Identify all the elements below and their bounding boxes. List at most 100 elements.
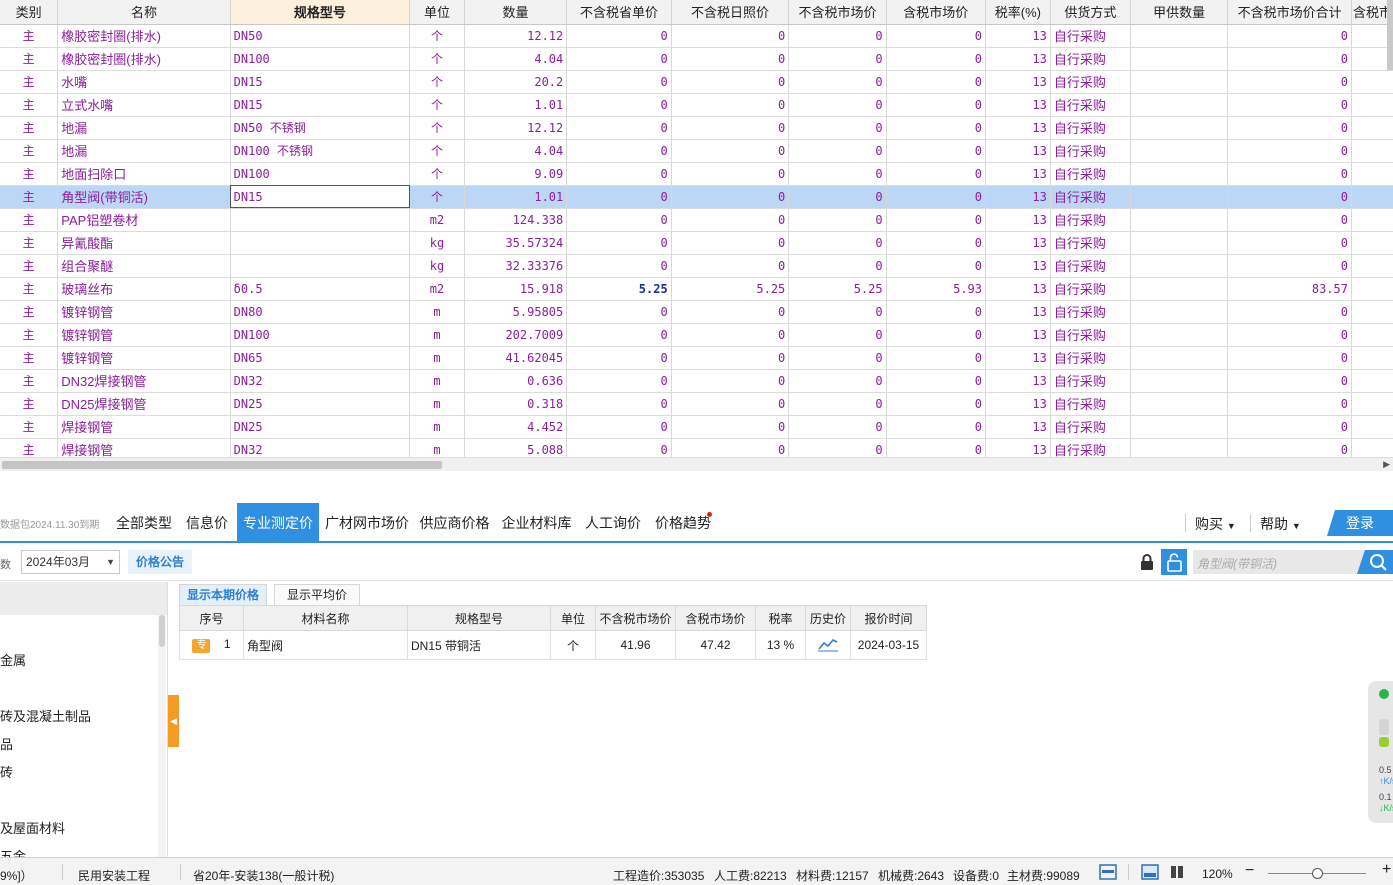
col-header-name[interactable]: 名称 (57, 0, 231, 25)
cell-spec[interactable]: DN65 (230, 346, 411, 370)
zoom-in-button[interactable]: + (1382, 861, 1391, 879)
tab-manual-inquiry[interactable]: 人工询价 (580, 503, 646, 541)
cell-name[interactable]: DN25焊接钢管 (57, 392, 231, 416)
cell-market-total[interactable]: 0 (1227, 47, 1352, 71)
cell-unit[interactable]: kg (409, 254, 465, 278)
cell-provincial-price[interactable]: 0 (566, 47, 672, 71)
cell-unit[interactable]: m (409, 369, 465, 393)
cell-market-price-tax[interactable]: 0 (886, 162, 986, 186)
cell-owner-qty[interactable] (1130, 300, 1229, 324)
trend-chart-icon[interactable] (817, 636, 839, 652)
cell-unit[interactable]: m (409, 415, 465, 439)
cell-quantity[interactable]: 32.33376 (464, 254, 568, 278)
cell-rizhao-price[interactable]: 0 (671, 231, 790, 255)
cell-tax-rate[interactable]: 13 (985, 231, 1051, 255)
cell-market-price[interactable]: 0 (788, 185, 887, 209)
cell-market-total[interactable]: 0 (1227, 231, 1352, 255)
cell-market-price-tax[interactable]: 0 (886, 70, 986, 94)
cell-tax-rate[interactable]: 13 (985, 208, 1051, 232)
network-speed-widget[interactable]: 0.5 ↑K/s 0.1 ↓K/s (1368, 681, 1393, 823)
cell-provincial-price[interactable]: 0 (566, 300, 672, 324)
col-header-owner-qty[interactable]: 甲供数量 (1130, 0, 1229, 25)
cell-rizhao-price[interactable]: 0 (671, 415, 790, 439)
cell-owner-qty[interactable] (1130, 231, 1229, 255)
cell-unit[interactable]: 个 (409, 185, 465, 209)
cell-rizhao-price[interactable]: 0 (671, 70, 790, 94)
cell-market-price-tax-total[interactable]: 0 (1351, 346, 1393, 370)
cell-unit[interactable]: 个 (409, 70, 465, 94)
cell-rizhao-price[interactable]: 0 (671, 208, 790, 232)
cell-market-price-tax-total[interactable]: 0 (1351, 185, 1393, 209)
cell-name[interactable]: 地漏 (57, 116, 231, 140)
cell-category[interactable]: 主 (0, 70, 59, 94)
cell-history[interactable] (805, 630, 851, 660)
cell-owner-qty[interactable] (1130, 277, 1229, 301)
cell-market-price[interactable]: 0 (788, 24, 887, 48)
cell-market-total[interactable]: 0 (1227, 300, 1352, 324)
view-columns-icon[interactable] (1168, 864, 1186, 880)
cell-supply-method[interactable]: 自行采购 (1050, 208, 1131, 232)
cell-market-price-tax-total[interactable]: 0 (1351, 93, 1393, 117)
cell-name[interactable]: 水嘴 (57, 70, 231, 94)
table-row[interactable]: 主水嘴DN15个20.2000013自行采购00 (0, 70, 1393, 94)
cell-owner-qty[interactable] (1130, 139, 1229, 163)
cell-provincial-price[interactable]: 0 (566, 93, 672, 117)
cell-market-total[interactable]: 0 (1227, 254, 1352, 278)
price-col-unit[interactable]: 单位 (550, 605, 596, 631)
col-header-spec[interactable]: 规格型号 (230, 0, 411, 25)
cell-name[interactable]: 焊接钢管 (57, 438, 231, 457)
cell-market-price-tax-total[interactable]: 0 (1351, 323, 1393, 347)
tab-all-types[interactable]: 全部类型 (111, 503, 177, 541)
zoom-out-button[interactable]: − (1245, 862, 1254, 880)
cell-unit[interactable]: m2 (409, 208, 465, 232)
cell-market-price[interactable]: 0 (788, 162, 887, 186)
cell-rizhao-price[interactable]: 0 (671, 300, 790, 324)
cell-market-price-tax-total[interactable]: 0 (1351, 415, 1393, 439)
col-header-supply-method[interactable]: 供货方式 (1050, 0, 1131, 25)
cell-market-price-tax-total[interactable]: 0 (1351, 369, 1393, 393)
cell-market-total[interactable]: 0 (1227, 139, 1352, 163)
table-row[interactable]: 主焊接钢管DN32m5.088000013自行采购00 (0, 438, 1393, 457)
tab-professional-price[interactable]: 专业测定价 (237, 503, 319, 541)
table-row[interactable]: 主橡胶密封圈(排水)DN100个4.04000013自行采购00 (0, 47, 1393, 71)
tab-market-price[interactable]: 广材网市场价 (321, 503, 413, 541)
cell-quantity[interactable]: 5.95805 (464, 300, 568, 324)
help-menu[interactable]: 帮助 ▼ (1260, 514, 1301, 534)
cell-tax-rate[interactable]: 13 (985, 116, 1051, 140)
table-row[interactable]: 主镀锌钢管DN65m41.62045000013自行采购00 (0, 346, 1393, 370)
cell-owner-qty[interactable] (1130, 369, 1229, 393)
table-row[interactable]: 主地漏DN50 不锈钢个12.12000013自行采购00 (0, 116, 1393, 140)
table-row[interactable]: 主镀锌钢管DN100m202.7009000013自行采购00 (0, 323, 1393, 347)
price-col-price-inc-tax[interactable]: 含税市场价 (675, 605, 756, 631)
cell-market-price-tax[interactable]: 0 (886, 185, 986, 209)
cell-market-price-tax[interactable]: 0 (886, 208, 986, 232)
category-item[interactable]: 砖及混凝土制品 (0, 706, 91, 725)
cell-market-price-tax[interactable]: 0 (886, 24, 986, 48)
cell-market-total[interactable]: 0 (1227, 392, 1352, 416)
cell-market-total[interactable]: 83.57 (1227, 277, 1352, 301)
cell-market-price-tax[interactable]: 0 (886, 323, 986, 347)
cell-provincial-price[interactable]: 0 (566, 24, 672, 48)
cell-market-price-tax[interactable]: 0 (886, 139, 986, 163)
cell-tax-rate[interactable]: 13 (985, 415, 1051, 439)
cell-market-price-tax-total[interactable]: 0 (1351, 208, 1393, 232)
tab-current-price[interactable]: 显示本期价格 (179, 584, 267, 605)
cell-tax-rate[interactable]: 13 (985, 346, 1051, 370)
category-item[interactable]: 砖 (0, 762, 13, 781)
cell-quantity[interactable]: 0.318 (464, 392, 568, 416)
cell-spec[interactable]: DN32 (230, 438, 411, 457)
cell-market-price-tax[interactable]: 0 (886, 254, 986, 278)
cell-supply-method[interactable]: 自行采购 (1050, 93, 1131, 117)
cell-rizhao-price[interactable]: 0 (671, 369, 790, 393)
category-item[interactable]: 及屋面材料 (0, 818, 65, 837)
cell-name[interactable]: 立式水嘴 (57, 93, 231, 117)
cell-market-price[interactable]: 0 (788, 369, 887, 393)
table-row[interactable]: 主角型阀(带铜活)DN15个1.01000013自行采购00 (0, 185, 1393, 209)
cell-rizhao-price[interactable]: 5.25 (671, 277, 790, 301)
cell-market-total[interactable]: 0 (1227, 116, 1352, 140)
cell-rizhao-price[interactable]: 0 (671, 392, 790, 416)
cell-spec[interactable]: DN25 (230, 415, 411, 439)
cell-tax-rate[interactable]: 13 (985, 185, 1051, 209)
table-row[interactable]: 主镀锌钢管DN80m5.95805000013自行采购00 (0, 300, 1393, 324)
cell-tax-rate[interactable]: 13 (985, 323, 1051, 347)
